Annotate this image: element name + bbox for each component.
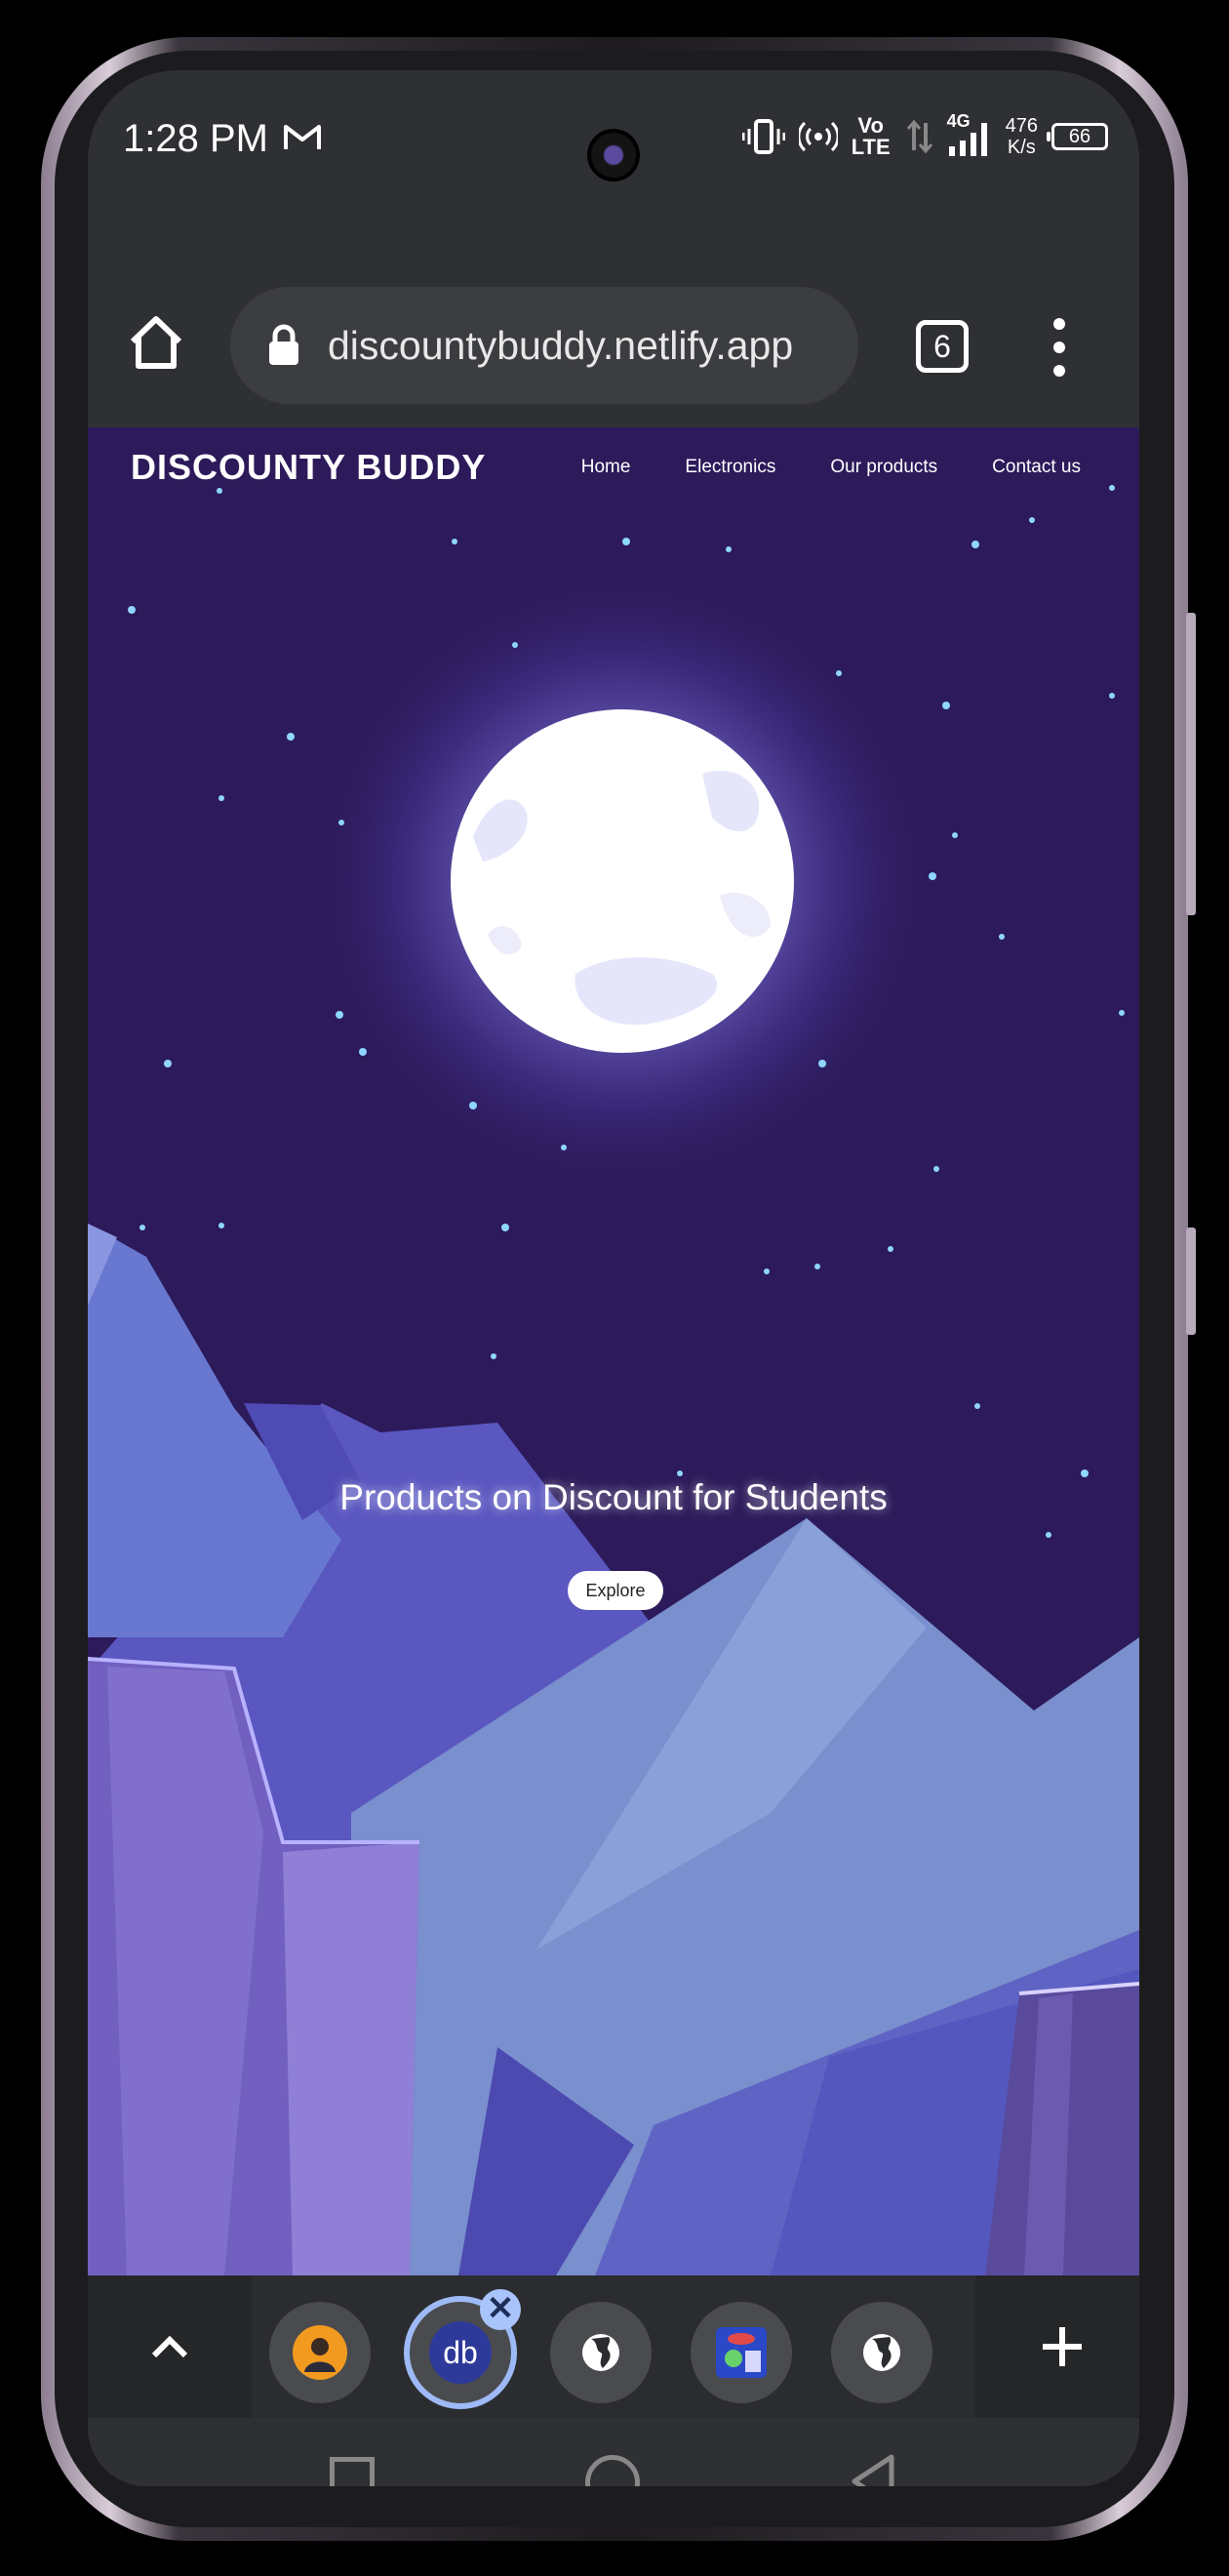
moon: [451, 709, 794, 1053]
alien-favicon-icon: [716, 2327, 767, 2378]
avatar-favicon-icon: [293, 2325, 347, 2380]
status-time: 1:28 PM: [123, 117, 268, 160]
net-speed: 476 K/s: [1006, 115, 1038, 158]
speed-value: 476: [1005, 115, 1038, 137]
status-bar: 1:28 PM Vo LTE 4G 476 K/s 66: [88, 70, 1139, 213]
site-nav-links: Home Electronics Our products Contact us: [581, 457, 1081, 478]
speed-unit: K/s: [1007, 137, 1036, 158]
phone-screen: 1:28 PM Vo LTE 4G 476 K/s 66 discountybu…: [88, 70, 1139, 2486]
volte-indicator: Vo LTE: [852, 115, 891, 158]
tab-thumb-4[interactable]: [691, 2302, 792, 2403]
volte-bottom: LTE: [851, 135, 891, 159]
db-favicon-label: db: [443, 2335, 478, 2370]
home-circle-icon[interactable]: [585, 2455, 640, 2486]
close-tab-button[interactable]: ✕: [480, 2289, 521, 2330]
lock-icon: [269, 324, 298, 365]
tab-thumb-5[interactable]: [831, 2302, 932, 2403]
site-brand[interactable]: DISCOUNTY BUDDY: [131, 447, 486, 488]
db-favicon-icon: db: [429, 2321, 492, 2384]
expand-tabs-button[interactable]: [88, 2275, 252, 2418]
volume-button: [1186, 613, 1196, 915]
url-text: discountybuddy.netlify.app: [328, 322, 794, 368]
vibrate-icon: [741, 119, 785, 154]
status-icons: Vo LTE 4G 476 K/s 66: [741, 111, 1108, 158]
explore-button[interactable]: Explore: [568, 1571, 663, 1610]
more-vert-icon[interactable]: [1053, 318, 1065, 377]
globe-icon: [582, 2334, 619, 2371]
chevron-up-icon: [151, 2335, 188, 2358]
nav-home[interactable]: Home: [581, 457, 631, 478]
tab-strip: db ✕: [88, 2275, 1139, 2418]
network-type: 4G: [946, 111, 971, 131]
tab-thumb-3[interactable]: [550, 2302, 652, 2403]
battery-icon: 66: [1047, 123, 1108, 150]
signal-indicator: 4G: [947, 111, 992, 158]
site-navbar: DISCOUNTY BUDDY Home Electronics Our pro…: [88, 427, 1139, 515]
nav-contact-us[interactable]: Contact us: [992, 457, 1081, 478]
tab-thumb-1[interactable]: [269, 2302, 371, 2403]
gmail-icon: [284, 125, 321, 149]
system-nav-bar: [88, 2422, 1139, 2486]
battery-level: 66: [1068, 126, 1091, 147]
globe-icon: [863, 2334, 900, 2371]
plus-icon: [1043, 2327, 1082, 2366]
hero-illustration: [88, 427, 1139, 2275]
browser-toolbar: discountybuddy.netlify.app 6: [88, 213, 1139, 427]
data-arrows-icon: [906, 119, 932, 154]
hero-title: Products on Discount for Students: [339, 1477, 888, 1517]
volte-top: Vo: [857, 113, 884, 138]
home-icon[interactable]: [127, 314, 185, 371]
nav-our-products[interactable]: Our products: [830, 457, 937, 478]
tab-count: 6: [933, 329, 951, 364]
power-button: [1186, 1228, 1196, 1335]
new-tab-button[interactable]: [975, 2275, 1139, 2418]
tabs-icon[interactable]: 6: [916, 320, 969, 373]
recents-square-icon[interactable]: [330, 2457, 375, 2486]
hotspot-icon: [798, 121, 838, 152]
back-triangle-icon[interactable]: [849, 2453, 897, 2486]
webpage-viewport[interactable]: DISCOUNTY BUDDY Home Electronics Our pro…: [88, 427, 1139, 2275]
nav-electronics[interactable]: Electronics: [685, 457, 775, 478]
front-camera: [587, 129, 640, 181]
address-bar[interactable]: discountybuddy.netlify.app: [230, 287, 858, 404]
